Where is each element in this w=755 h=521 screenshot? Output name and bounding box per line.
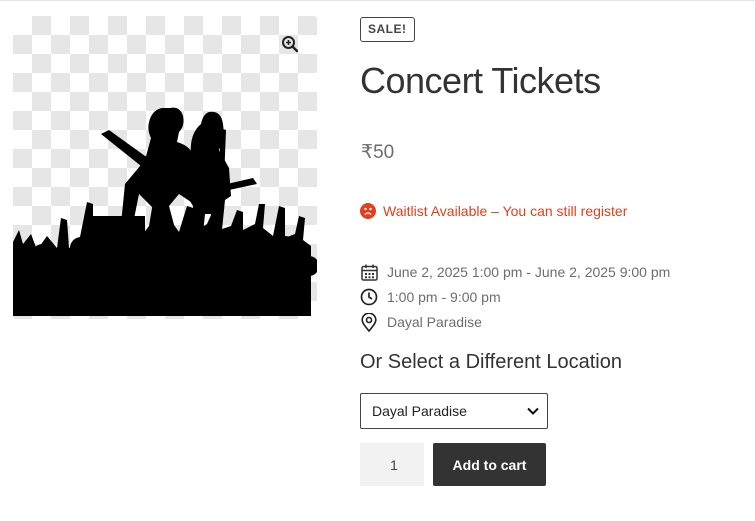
product-title: Concert Tickets	[360, 60, 601, 101]
quantity-input[interactable]	[360, 443, 424, 486]
waitlist-text: Waitlist Available – You can still regis…	[383, 203, 628, 219]
top-border	[0, 0, 755, 1]
event-time-row: 1:00 pm - 9:00 pm	[360, 288, 501, 306]
sale-badge: SALE!	[360, 17, 415, 42]
waitlist-notice: Waitlist Available – You can still regis…	[360, 203, 627, 219]
event-location-row: Dayal Paradise	[360, 312, 482, 332]
product-image[interactable]	[13, 16, 317, 319]
event-location-text: Dayal Paradise	[387, 314, 482, 330]
product-price: ₹50	[361, 142, 395, 163]
zoom-button[interactable]	[280, 34, 300, 54]
chevron-down-icon	[527, 407, 539, 415]
event-dates-row: June 2, 2025 1:00 pm - June 2, 2025 9:00…	[360, 263, 670, 281]
concert-silhouette-image	[13, 107, 317, 316]
add-to-cart-button[interactable]: Add to cart	[433, 443, 546, 486]
location-select[interactable]: Dayal Paradise	[360, 393, 548, 429]
sad-face-icon	[360, 203, 376, 219]
clock-icon	[360, 288, 378, 306]
map-pin-icon	[360, 312, 378, 332]
select-location-heading: Or Select a Different Location	[360, 351, 622, 373]
location-select-value: Dayal Paradise	[372, 403, 467, 419]
event-dates-text: June 2, 2025 1:00 pm - June 2, 2025 9:00…	[387, 264, 671, 280]
calendar-icon	[360, 263, 378, 281]
event-time-text: 1:00 pm - 9:00 pm	[387, 289, 501, 305]
magnifier-zoom-icon	[282, 36, 299, 53]
